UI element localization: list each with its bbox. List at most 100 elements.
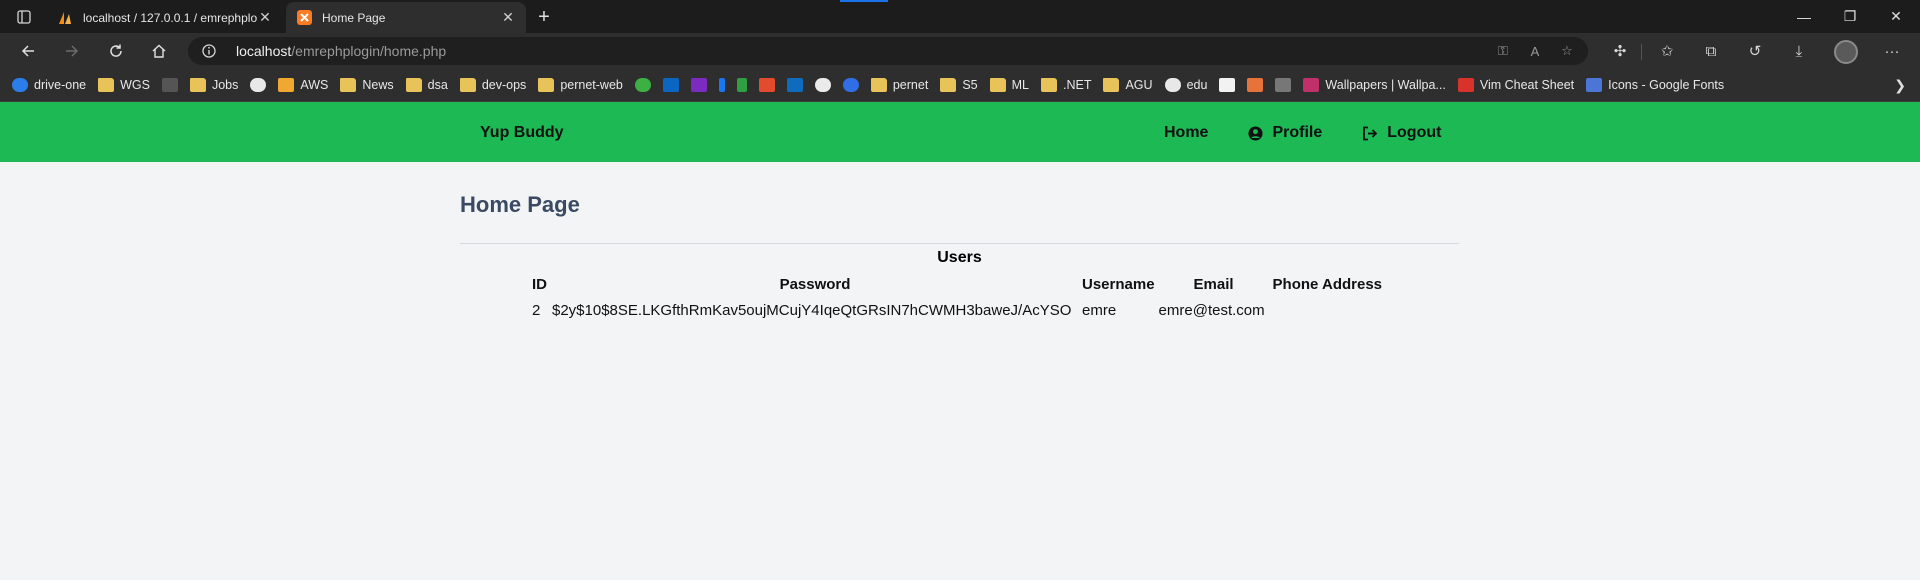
bookmark-circle[interactable] [814,78,831,92]
folder-icon [1103,78,1120,92]
bookmark-site[interactable] [161,78,178,92]
table-header-row: ID Password Username Email Phone Address [530,273,1384,296]
bookmark-c[interactable] [842,78,859,92]
bookmark-dev-ops[interactable]: dev-ops [459,78,527,92]
key-icon[interactable]: ⚿ [1494,42,1512,60]
tab-phpmyadmin[interactable]: localhost / 127.0.0.1 / emrephplo ✕ [47,2,283,33]
folder-icon [940,78,957,92]
circle-icon [814,78,831,92]
bookmark-google-fonts[interactable]: Icons - Google Fonts [1586,78,1724,92]
bookmark-dotnet[interactable]: .NET [1040,78,1092,92]
bookmark-phone[interactable] [736,78,747,92]
bookmark-outlook[interactable] [786,78,803,92]
wallpaper-icon [1303,78,1320,92]
bookmark-linkedin[interactable] [662,78,679,92]
bookmark-agu[interactable]: AGU [1103,78,1153,92]
bookmark-wallpapers[interactable]: Wallpapers | Wallpa... [1303,78,1446,92]
folder-icon [989,78,1006,92]
nav-profile-link[interactable]: Profile [1248,124,1322,142]
bookmark-label: S5 [962,78,978,92]
folder-icon [459,78,476,92]
box-icon [278,78,295,92]
bookmark-bars[interactable] [1247,78,1264,92]
site-info-icon[interactable] [202,44,222,58]
bookmark-label: dev-ops [481,78,527,92]
more-options-icon[interactable]: ··· [1881,41,1903,61]
back-arrow-icon[interactable] [14,39,42,63]
nav-label: Home [1164,124,1209,141]
history-icon[interactable]: ↺ [1744,41,1766,61]
close-window-icon[interactable]: ✕ [1873,0,1919,33]
bookmark-jobs[interactable]: Jobs [189,78,239,92]
bookmark-trello[interactable] [758,78,775,92]
nav-logout-link[interactable]: Logout [1362,124,1441,142]
fonts-icon [1586,78,1603,92]
outlook-icon [786,78,803,92]
cell-username: emre [1082,301,1117,319]
bookmark-ml[interactable]: ML [989,78,1029,92]
restore-icon[interactable]: ❐ [1827,0,1873,33]
code-icon [1219,78,1236,92]
new-tab-button[interactable]: + [532,5,556,29]
bookmark-s5[interactable]: S5 [940,78,978,92]
read-aloud-icon[interactable]: A [1526,42,1544,60]
minimize-icon[interactable]: — [1781,0,1827,33]
bookmark-drive-one[interactable]: drive-one [12,78,86,92]
brand-link[interactable]: Yup Buddy [480,124,564,142]
forward-arrow-icon[interactable] [58,39,86,63]
bookmark-label: AWS [300,78,329,92]
close-tab-icon[interactable]: ✕ [500,9,516,26]
site-icon [161,78,178,92]
bookmarks-bar: drive-one WGS Jobs AWS News dsa dev-ops … [0,69,1920,102]
profile-avatar[interactable] [1834,40,1858,64]
vim-icon [1457,78,1474,92]
bookmark-github[interactable] [250,78,267,92]
favorites-icon[interactable]: ✩ [1656,41,1678,61]
nav-home-link[interactable]: Home [1164,124,1208,142]
column-header-id: ID [532,276,547,293]
bookmark-dsa[interactable]: dsa [405,78,448,92]
tab-actions-icon[interactable] [10,6,38,28]
address-bar[interactable]: localhost/emrephplogin/home.php ⚿ A ☆ [188,37,1588,65]
downloads-icon[interactable]: ⤓ [1788,41,1810,61]
bookmark-label: pernet [892,78,929,92]
home-icon[interactable] [145,39,173,63]
extensions-icon[interactable]: ✣ [1609,41,1631,61]
facebook-icon [718,78,725,92]
bookmark-leaf[interactable] [634,78,651,92]
phpmyadmin-sail-icon [57,10,73,26]
bars-icon [1247,78,1264,92]
cloud-icon [12,78,28,92]
bookmark-k[interactable] [690,78,707,92]
cell-password: $2y$10$8SE.LKGfthRmKav5oujMCujY4IqeQtGRs… [552,301,1072,319]
users-table: ID Password Username Email Phone Address… [530,273,1384,324]
bookmark-pernet[interactable]: pernet [870,78,929,92]
bookmark-wgs[interactable]: WGS [98,78,150,92]
collections-icon[interactable]: ⧉ [1700,41,1722,61]
bookmark-label: ML [1011,78,1029,92]
tab-home-page[interactable]: Home Page ✕ [286,2,526,33]
bookmark-r[interactable] [1275,78,1292,92]
bookmark-label: .NET [1062,78,1092,92]
bookmark-edu[interactable]: edu [1164,78,1207,92]
bookmark-code[interactable] [1219,78,1236,92]
bookmark-facebook[interactable] [718,78,725,92]
column-header-password: Password [779,276,851,293]
close-tab-icon[interactable]: ✕ [257,9,273,26]
bookmark-label: AGU [1125,78,1153,92]
url-path: /emrephplogin/home.php [291,43,447,59]
reload-icon[interactable] [102,39,130,63]
bookmark-news[interactable]: News [340,78,394,92]
nav-label: Profile [1272,124,1323,141]
bookmark-pernet-web[interactable]: pernet-web [538,78,623,92]
toolbar-separator [1641,44,1642,60]
chevron-right-icon[interactable]: ❯ [1894,77,1906,94]
github-icon [1164,78,1181,92]
url-host: localhost [236,43,292,59]
bookmark-label: Jobs [211,78,239,92]
add-favorite-icon[interactable]: ☆ [1558,42,1576,60]
cell-id: 2 [532,301,541,319]
linkedin-icon [662,78,679,92]
bookmark-vim[interactable]: Vim Cheat Sheet [1457,78,1574,92]
bookmark-aws[interactable]: AWS [278,78,328,92]
